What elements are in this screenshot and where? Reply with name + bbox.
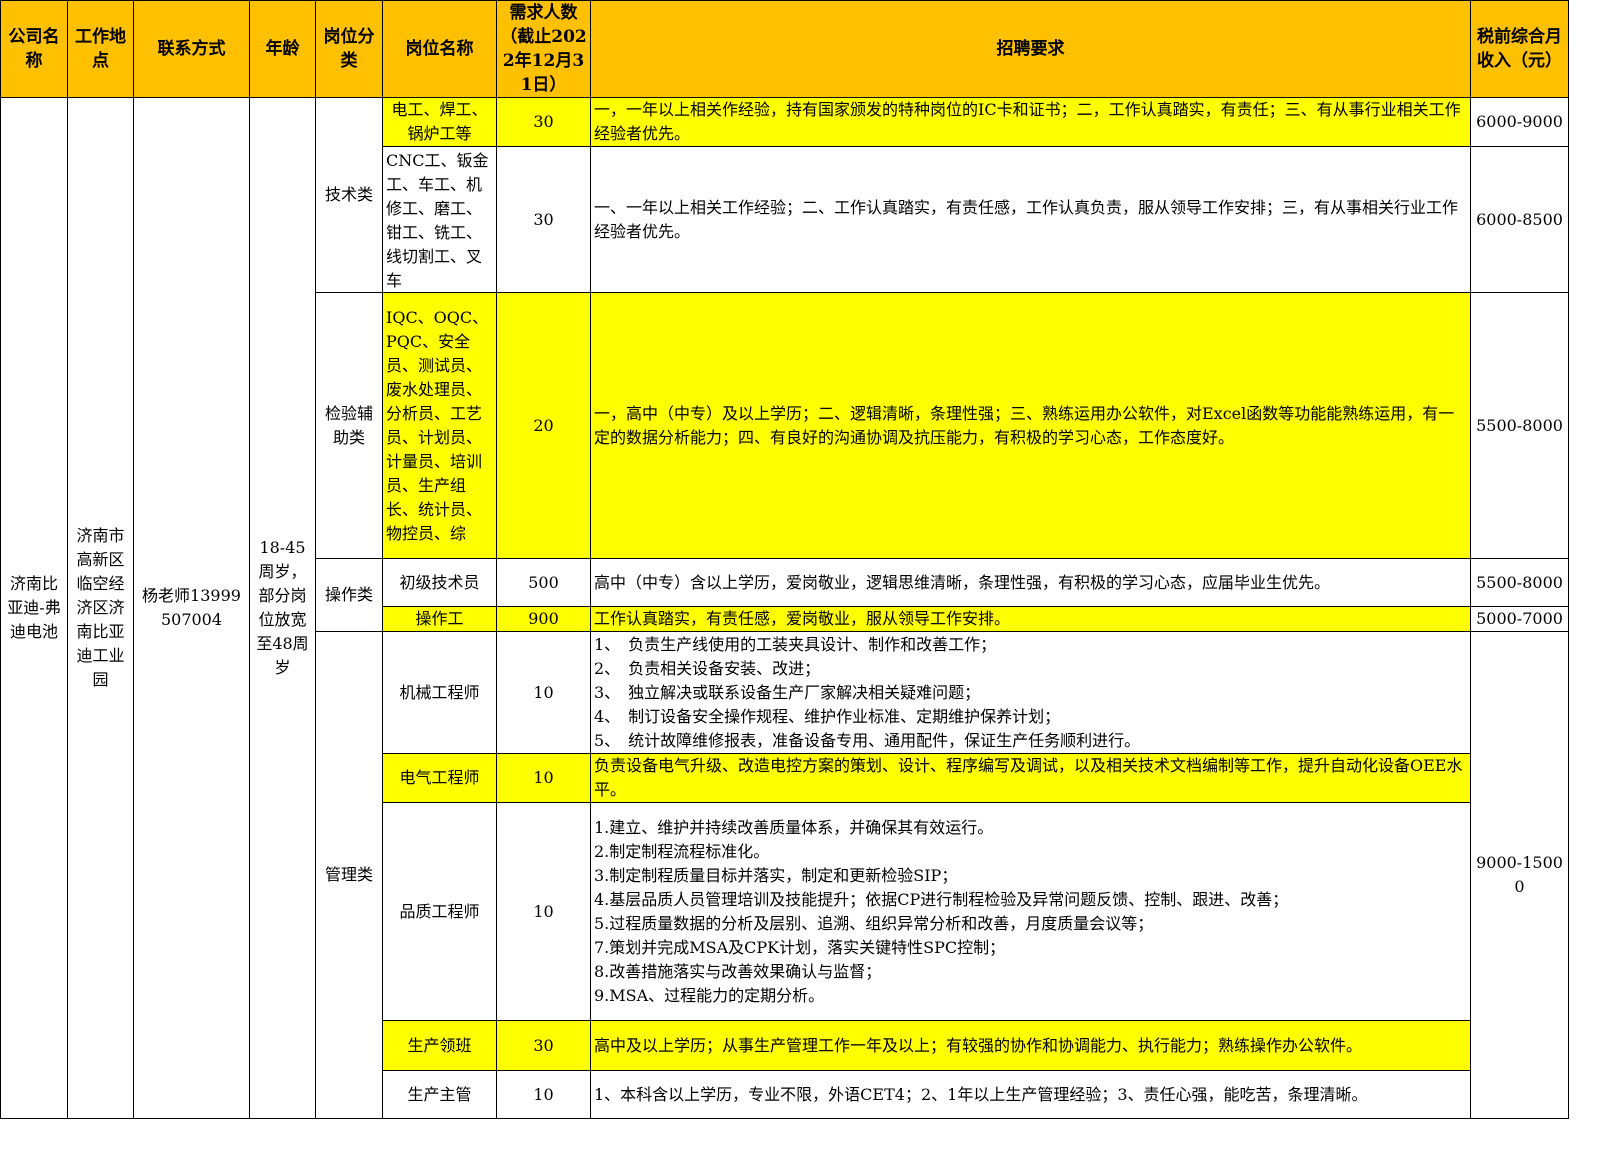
requirement-line: 9.MSA、过程能力的定期分析。 — [594, 985, 825, 1005]
salary-cell: 6000-8500 — [1470, 146, 1569, 293]
requirement-line: 2.制定制程流程标准化。 — [594, 841, 770, 861]
age-cell: 18-45周岁，部分岗位放宽至48周岁 — [249, 97, 316, 1119]
position-cell: 生产领班 — [382, 1020, 497, 1071]
category-operation: 操作类 — [315, 558, 383, 632]
position-cell: 电工、焊工、锅炉工等 — [382, 97, 497, 147]
category-management: 管理类 — [315, 631, 383, 1119]
position-cell: 初级技术员 — [382, 558, 497, 607]
salary-cell: 5000-7000 — [1470, 606, 1569, 632]
position-text: CNC工、钣金工、车工、机修工、磨工、钳工、铣工、线切割工、叉车 — [386, 150, 489, 290]
requirement-line: 8.改善措施落实与改善效果确认与监督； — [594, 961, 882, 981]
requirement-cell: 一，高中（中专）及以上学历；二、逻辑清晰，条理性强；三、熟练运用办公软件，对Ex… — [590, 292, 1471, 559]
requirement-line: 3.制定制程质量目标并落实，制定和更新检验SIP； — [594, 865, 958, 885]
count-cell: 10 — [496, 802, 591, 1021]
position-cell: 机械工程师 — [382, 631, 497, 754]
table-row: 济南比亚迪-弗迪电池 济南市高新区临空经济区济南比亚迪工业园 杨老师139995… — [0, 97, 1569, 1119]
position-cell: 品质工程师 — [382, 802, 497, 1021]
requirement-cell: 一、一年以上相关工作经验；二、工作认真踏实，有责任感，工作认真负责，服从领导工作… — [590, 146, 1471, 293]
count-cell: 30 — [496, 1020, 591, 1071]
header-company: 公司名称 — [0, 0, 68, 98]
requirement-line: 5、 统计故障维修报表，准备设备专用、通用配件，保证生产任务顺利进行。 — [594, 730, 1141, 750]
category-inspection: 检验辅助类 — [315, 292, 383, 559]
header-salary: 税前综合月收入（元） — [1470, 0, 1569, 98]
company-cell: 济南比亚迪-弗迪电池 — [0, 97, 68, 1119]
requirement-list: 1、 负责生产线使用的工装夹具设计、制作和改善工作； 2、 负责相关设备安装、改… — [594, 633, 1467, 753]
position-cell: 电气工程师 — [382, 753, 497, 803]
requirement-cell: 1、 负责生产线使用的工装夹具设计、制作和改善工作； 2、 负责相关设备安装、改… — [590, 631, 1471, 754]
requirement-line: 1.建立、维护并持续改善质量体系，并确保其有效运行。 — [594, 817, 994, 837]
requirement-cell: 1.建立、维护并持续改善质量体系，并确保其有效运行。 2.制定制程流程标准化。 … — [590, 802, 1471, 1021]
header-count: 需求人数（截止2022年12月31日） — [496, 0, 591, 98]
requirement-line: 4、 制订设备安全操作规程、维护作业标准、定期维护保养计划； — [594, 706, 1061, 726]
requirement-cell: 工作认真踏实，有责任感，爱岗敬业，服从领导工作安排。 — [590, 606, 1471, 632]
header-location: 工作地点 — [67, 0, 134, 98]
position-cell: 操作工 — [382, 606, 497, 632]
category-tech: 技术类 — [315, 97, 383, 293]
requirement-line: 1、 负责生产线使用的工装夹具设计、制作和改善工作； — [594, 634, 997, 654]
position-text: IQC、OQC、PQC、安全员、测试员、废水处理员、分析员、工艺员、计划员、计量… — [386, 307, 489, 543]
requirement-cell: 高中及以上学历；从事生产管理工作一年及以上；有较强的协作和协调能力、执行能力；熟… — [590, 1020, 1471, 1071]
requirement-cell: 高中（中专）含以上学历，爱岗敬业，逻辑思维清晰，条理性强，有积极的学习心态，应届… — [590, 558, 1471, 607]
header-requirements: 招聘要求 — [590, 0, 1471, 98]
requirement-line: 3、 独立解决或联系设备生产厂家解决相关疑难问题； — [594, 682, 981, 702]
requirement-list: 1.建立、维护并持续改善质量体系，并确保其有效运行。 2.制定制程流程标准化。 … — [594, 816, 1467, 1008]
count-cell: 10 — [496, 631, 591, 754]
requirement-cell: 一，一年以上相关作经验，持有国家颁发的特种岗位的IC卡和证书；二，工作认真踏实，… — [590, 97, 1471, 147]
count-cell: 30 — [496, 97, 591, 147]
position-cell: 生产主管 — [382, 1070, 497, 1119]
requirement-line: 2、 负责相关设备安装、改进； — [594, 658, 821, 678]
requirement-line: 7.策划并完成MSA及CPK计划，落实关键特性SPC控制； — [594, 937, 1006, 957]
recruitment-table: 公司名称 工作地点 联系方式 年龄 岗位分类 岗位名称 需求人数（截止2022年… — [0, 0, 1569, 1119]
header-row: 公司名称 工作地点 联系方式 年龄 岗位分类 岗位名称 需求人数（截止2022年… — [0, 0, 1569, 98]
header-category: 岗位分类 — [315, 0, 383, 98]
position-cell: CNC工、钣金工、车工、机修工、磨工、钳工、铣工、线切割工、叉车 — [382, 146, 497, 293]
requirement-cell: 负责设备电气升级、改造电控方案的策划、设计、程序编写及调试，以及相关技术文档编制… — [590, 753, 1471, 803]
count-cell: 30 — [496, 146, 591, 293]
count-cell: 10 — [496, 753, 591, 803]
requirement-line: 5.过程质量数据的分析及层别、追溯、组织异常分析和改善，月度质量会议等； — [594, 913, 1154, 933]
count-cell: 500 — [496, 558, 591, 607]
count-cell: 900 — [496, 606, 591, 632]
contact-cell: 杨老师13999507004 — [133, 97, 250, 1119]
salary-cell-management: 9000-15000 — [1470, 631, 1569, 1119]
salary-cell: 6000-9000 — [1470, 97, 1569, 147]
count-cell: 10 — [496, 1070, 591, 1119]
salary-cell: 5500-8000 — [1470, 292, 1569, 559]
position-cell: IQC、OQC、PQC、安全员、测试员、废水处理员、分析员、工艺员、计划员、计量… — [382, 292, 497, 559]
count-cell: 20 — [496, 292, 591, 559]
salary-cell: 5500-8000 — [1470, 558, 1569, 607]
requirement-cell: 1、本科含以上学历，专业不限，外语CET4；2、1年以上生产管理经验；3、责任心… — [590, 1070, 1471, 1119]
header-contact: 联系方式 — [133, 0, 250, 98]
location-cell: 济南市高新区临空经济区济南比亚迪工业园 — [67, 97, 134, 1119]
requirement-line: 4.基层品质人员管理培训及技能提升；依据CP进行制程检验及异常问题反馈、控制、跟… — [594, 889, 1289, 909]
header-position: 岗位名称 — [382, 0, 497, 98]
header-age: 年龄 — [249, 0, 316, 98]
